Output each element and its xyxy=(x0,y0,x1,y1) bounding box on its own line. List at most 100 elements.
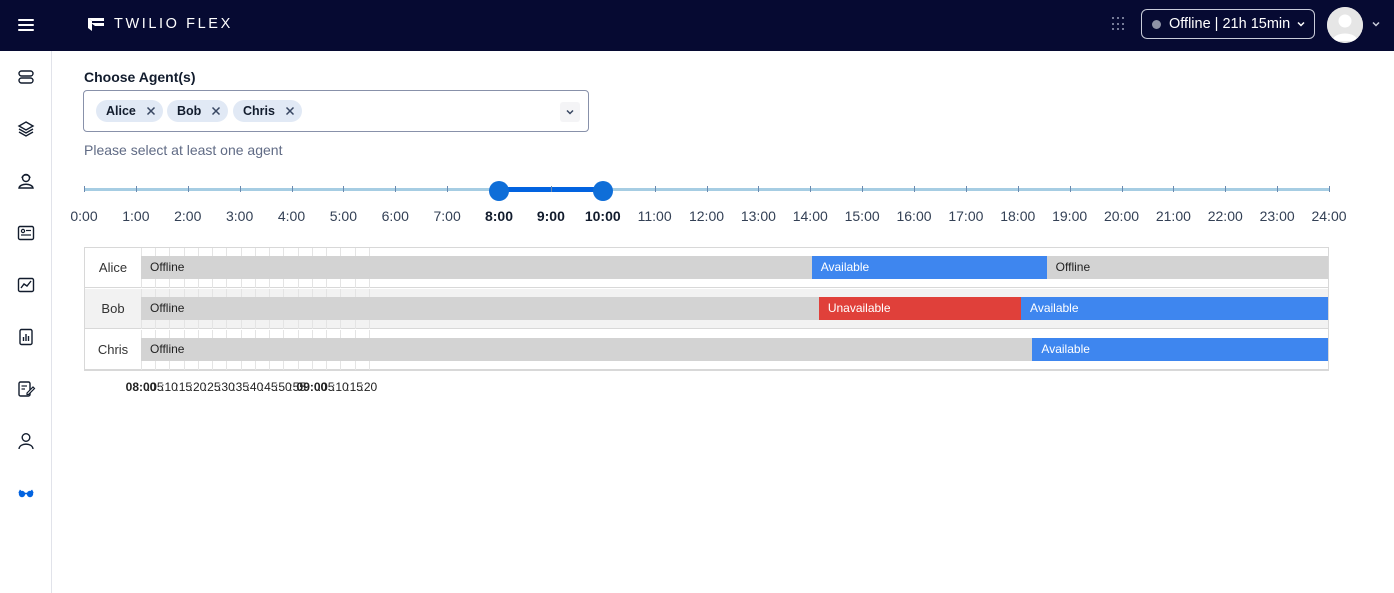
edit-form-icon[interactable] xyxy=(16,379,36,399)
close-icon[interactable] xyxy=(145,105,157,117)
slider-tick xyxy=(1070,186,1071,192)
slider-tick xyxy=(188,186,189,192)
slider-tick xyxy=(447,186,448,192)
agent-multiselect[interactable]: Alice Bob Chris xyxy=(83,90,589,132)
status-dot-icon xyxy=(1152,19,1161,29)
slider-tick xyxy=(395,186,396,192)
slider-tick xyxy=(551,186,552,192)
agent-chip: Bob xyxy=(167,100,229,122)
slider-hour-label: 3:00 xyxy=(226,208,254,224)
chevron-down-icon xyxy=(566,109,574,115)
slider-hour-label: 4:00 xyxy=(277,208,306,224)
slider-hour-label: 7:00 xyxy=(433,208,461,224)
slider-tick xyxy=(1329,186,1330,192)
status-segment-offline[interactable]: Offline xyxy=(141,297,819,320)
close-icon[interactable] xyxy=(210,105,222,117)
user-icon[interactable] xyxy=(16,431,36,451)
agent-chip-label: Chris xyxy=(243,104,275,118)
slider-tick xyxy=(84,186,85,192)
slider-hour-label: 0:00 xyxy=(70,208,98,224)
slider-tick xyxy=(1018,186,1019,192)
slider-hour-label: 21:00 xyxy=(1155,208,1191,224)
slider-hour-label: 6:00 xyxy=(381,208,409,224)
side-nav xyxy=(0,51,52,593)
slider-tick xyxy=(1173,186,1174,192)
slider-end-handle[interactable] xyxy=(593,181,613,201)
slider-tick xyxy=(758,186,759,192)
slider-hour-label: 1:00 xyxy=(122,208,150,224)
slider-hour-label: 13:00 xyxy=(740,208,776,224)
glasses-icon[interactable] xyxy=(16,483,36,503)
slider-start-handle[interactable] xyxy=(489,181,509,201)
avatar[interactable] xyxy=(1327,7,1363,43)
agent-chip: Alice xyxy=(96,100,163,122)
status-segment-available[interactable]: Available xyxy=(811,256,1047,279)
reports-icon[interactable] xyxy=(16,327,36,347)
timeline-row: Bob Offline Unavailable Available xyxy=(85,289,1328,329)
slider-tick xyxy=(862,186,863,192)
id-card-icon[interactable] xyxy=(16,223,36,243)
timeline-row: Chris Offline Available xyxy=(85,330,1328,370)
agent-activity-timeline: Alice Offline Available Offline Bob Offline Un… xyxy=(84,247,1329,371)
slider-tick xyxy=(240,186,241,192)
slider-tick xyxy=(966,186,967,192)
slider-hour-label: 24:00 xyxy=(1311,208,1347,224)
top-bar: TWILIO FLEX Offline | 21h 15min xyxy=(0,0,1394,51)
menu-icon[interactable] xyxy=(18,16,34,34)
slider-hour-label: 14:00 xyxy=(792,208,828,224)
timeline-row: Alice Offline Available Offline xyxy=(85,248,1328,288)
slider-tick xyxy=(1277,186,1278,192)
slider-tick xyxy=(914,186,915,192)
status-text: Offline | 21h 15min xyxy=(1169,16,1291,32)
slider-hour-label: 16:00 xyxy=(896,208,932,224)
status-segment-available[interactable]: Available xyxy=(1021,297,1328,320)
slider-hour-label: 20:00 xyxy=(1103,208,1140,224)
slider-tick xyxy=(343,186,344,192)
chevron-down-icon xyxy=(1297,21,1305,27)
timeline-time-label: :20 xyxy=(360,380,378,394)
user-avatar-icon xyxy=(1327,7,1363,43)
activity-status-dropdown[interactable]: Offline | 21h 15min xyxy=(1141,9,1315,39)
agents-icon[interactable] xyxy=(16,171,36,191)
dropdown-toggle[interactable] xyxy=(560,102,580,122)
analytics-icon[interactable] xyxy=(16,275,36,295)
brand-name: TWILIO FLEX xyxy=(114,16,233,32)
slider-tick xyxy=(136,186,137,192)
slider-hour-label: 10:00 xyxy=(584,208,621,224)
agent-chip-label: Alice xyxy=(106,104,136,118)
slider-tick xyxy=(707,186,708,192)
slider-hour-label: 18:00 xyxy=(1000,208,1036,224)
slider-hour-label: 22:00 xyxy=(1207,208,1243,224)
status-segment-unavailable[interactable]: Unavailable xyxy=(818,297,1022,320)
status-segment-available[interactable]: Available xyxy=(1032,338,1328,361)
queues-icon[interactable] xyxy=(16,67,36,87)
brand-logo: TWILIO FLEX xyxy=(87,16,233,32)
slider-hour-label: 9:00 xyxy=(536,208,565,224)
layers-icon[interactable] xyxy=(16,119,36,139)
slider-hour-label: 5:00 xyxy=(329,208,357,224)
slider-tick xyxy=(292,186,293,192)
slider-hour-label: 23:00 xyxy=(1259,208,1295,224)
slider-hour-label: 19:00 xyxy=(1052,208,1088,224)
twilio-flex-logo-icon xyxy=(88,18,104,31)
status-segment-offline[interactable]: Offline xyxy=(141,338,1033,361)
slider-hour-label: 2:00 xyxy=(174,208,202,224)
slider-tick xyxy=(810,186,811,192)
agent-chip-label: Bob xyxy=(177,104,202,118)
agent-chip: Chris xyxy=(233,100,302,122)
slider-tick xyxy=(1225,186,1226,192)
slider-hour-label: 15:00 xyxy=(844,208,880,224)
helper-text: Please select at least one agent xyxy=(84,142,283,158)
slider-hour-label: 8:00 xyxy=(484,208,514,224)
chevron-down-icon[interactable] xyxy=(1371,19,1381,29)
slider-tick xyxy=(1122,186,1123,192)
slider-tick xyxy=(655,186,656,192)
timeline-agent-name: Chris xyxy=(97,342,129,357)
app-launcher-icon[interactable] xyxy=(1112,17,1126,31)
timeline-agent-name: Bob xyxy=(101,301,125,316)
slider-hour-label: 17:00 xyxy=(948,208,984,224)
status-segment-offline[interactable]: Offline xyxy=(141,256,812,279)
status-segment-offline[interactable]: Offline xyxy=(1046,256,1328,279)
slider-hour-label: 12:00 xyxy=(688,208,725,224)
close-icon[interactable] xyxy=(284,105,296,117)
